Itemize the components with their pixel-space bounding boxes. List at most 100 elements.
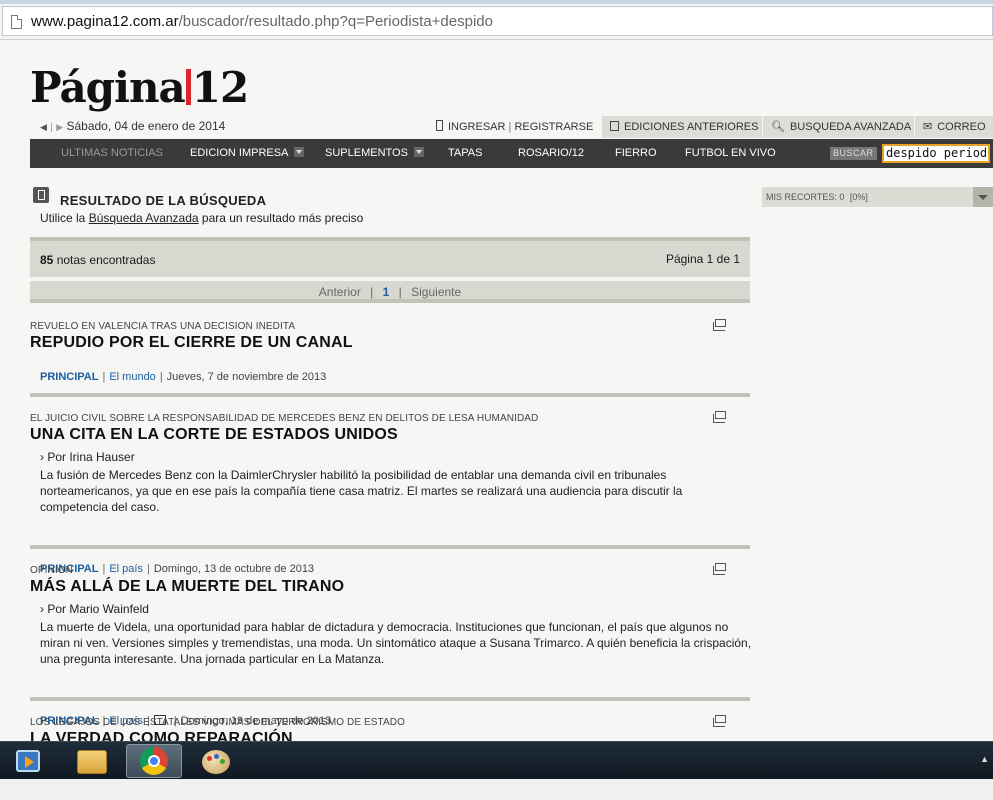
mobile-icon [436,120,443,131]
mis-recortes-bar[interactable]: MIS RECORTES: 0 [0%] [762,187,993,207]
url-path: /buscador/resultado.php?q=Periodista+des… [178,13,493,30]
busqueda-avanzada-label: BUSQUEDA AVANZADA [789,121,912,133]
nav-rosario12[interactable]: ROSARIO/12 [518,139,584,168]
results-count: 85 notas encontradas [40,253,155,267]
nav-edicion-label: EDICION IMPRESA [190,147,289,159]
date-divider: | [50,122,53,133]
taskbar-explorer[interactable] [64,744,120,778]
page-1-link[interactable]: 1 [383,285,390,299]
article-author: › Por Mario Wainfeld [40,602,149,616]
main-nav: ULTIMAS NOTICIAS EDICION IMPRESA SUPLEME… [30,139,993,168]
chrome-icon [140,747,168,775]
article-category-link[interactable]: El mundo [109,371,155,383]
bottom-strip [0,779,993,800]
count-label: notas encontradas [56,253,156,267]
url-text[interactable]: www.pagina12.com.ar/buscador/resultado.p… [31,13,493,30]
url-field[interactable]: www.pagina12.com.ar/buscador/resultado.p… [2,6,993,36]
taskbar-paint[interactable] [188,744,244,778]
result-item: OPINION MÁS ALLÁ DE LA MUERTE DEL TIRANO… [30,563,752,727]
registrarse-link[interactable]: REGISTRARSE [514,121,593,133]
article-kicker: REVUELO EN VALENCIA TRAS UNA DECISION IN… [30,321,296,332]
article-headline[interactable]: LA VERDAD COMO REPARACIÓN [30,730,750,741]
result-item: EL JUICIO CIVIL SOBRE LA RESPONSABILIDAD… [30,411,750,575]
nav-futbol-en-vivo[interactable]: FUTBOL EN VIVO [685,139,776,168]
divider [30,393,750,397]
article-kicker: LOS LEGAJOS DE LOS ESTATALES VICTIMAS DE… [30,717,405,728]
correo-link[interactable]: ✉ CORREO [914,116,993,138]
prev-day-arrow[interactable]: ◀ [40,122,47,133]
clip-icon[interactable] [713,715,726,727]
article-summary: La muerte de Videla, una oportunidad par… [40,620,752,666]
window-frame [0,0,993,4]
nav-suplementos[interactable]: SUPLEMENTOS [325,139,424,168]
count-number: 85 [40,253,54,267]
article-headline[interactable]: MÁS ALLÁ DE LA MUERTE DEL TIRANO [30,578,750,596]
current-date: Sábado, 04 de enero de 2014 [66,119,226,133]
results-icon [33,187,49,203]
site-logo[interactable]: Página 12 [30,67,249,109]
next-page-link[interactable]: Siguiente [411,285,461,299]
next-day-arrow[interactable]: ▶ [56,122,63,133]
media-player-icon [16,750,40,772]
chevron-down-icon[interactable] [294,147,305,157]
ediciones-label: EDICIONES ANTERIORES [624,121,759,133]
logo-bar [185,69,191,105]
results-hint: Utilice la Búsqueda Avanzada para un res… [40,211,363,225]
recortes-dropdown-button[interactable] [973,187,993,207]
busqueda-avanzada-link[interactable]: 🔍︎ BUSQUEDA AVANZADA [762,116,920,138]
divider [30,545,750,549]
clip-icon[interactable] [713,319,726,331]
nav-tapas[interactable]: TAPAS [448,139,482,168]
results-count-bar: 85 notas encontradas Página 1 de 1 [30,237,750,277]
ediciones-anteriores-link[interactable]: EDICIONES ANTERIORES [601,116,767,138]
article-date: Jueves, 7 de noviembre de 2013 [166,371,327,383]
nav-ultimas-noticias[interactable]: ULTIMAS NOTICIAS [61,139,163,168]
pagination: Anterior | 1 | Siguiente [30,281,750,303]
hint-post: para un resultado más preciso [198,211,364,225]
clip-icon[interactable] [713,563,726,575]
login-links: INGRESAR | REGISTRARSE [436,116,593,138]
page-info: Página 1 de 1 [665,252,740,266]
browser-address-bar: www.pagina12.com.ar/buscador/resultado.p… [0,0,993,40]
search-icon: 🔍︎ [771,121,785,133]
article-headline[interactable]: UNA CITA EN LA CORTE DE ESTADOS UNIDOS [30,426,750,444]
url-domain: www.pagina12.com.ar [31,13,179,30]
search-input[interactable]: despido periodista [882,144,990,163]
article-section-link[interactable]: PRINCIPAL [40,371,98,383]
folder-icon [77,750,107,774]
article-meta: PRINCIPAL | El mundo | Jueves, 7 de noviembr… [40,371,327,383]
nav-fierro[interactable]: FIERRO [615,139,657,168]
article-kicker: OPINION [30,565,73,576]
recortes-percent: [0%] [849,192,868,202]
article-headline[interactable]: REPUDIO POR EL CIERRE DE UN CANAL [30,334,750,352]
clip-icon[interactable] [713,411,726,423]
prev-page-link[interactable]: Anterior [319,285,361,299]
ingresar-link[interactable]: INGRESAR [448,121,505,133]
taskbar: ▲ [0,741,993,779]
nav-edicion-impresa[interactable]: EDICION IMPRESA [190,139,305,168]
chevron-down-icon[interactable] [413,147,424,157]
results-title: RESULTADO DE LA BÚSQUEDA [60,193,267,208]
date-bar: ◀ | ▶ Sábado, 04 de enero de 2014 [40,119,225,133]
tray-arrow-icon[interactable]: ▲ [980,754,989,764]
logo-text-right: 12 [191,63,249,112]
page-icon [11,15,22,29]
result-item: REVUELO EN VALENCIA TRAS UNA DECISION IN… [30,319,750,387]
busqueda-avanzada-inline-link[interactable]: Búsqueda Avanzada [89,211,199,225]
page-content: Página 12 ◀ | ▶ Sábado, 04 de enero de 20… [0,41,993,741]
buscar-button[interactable]: BUSCAR [830,147,877,160]
nav-suplementos-label: SUPLEMENTOS [325,147,408,159]
hint-pre: Utilice la [40,211,89,225]
book-icon [610,121,619,131]
taskbar-media-player[interactable] [2,744,58,778]
mail-icon: ✉ [923,121,933,133]
article-summary: La fusión de Mercedes Benz con la Daimle… [40,468,683,514]
logo-text-left: Página [30,63,186,112]
result-item: LOS LEGAJOS DE LOS ESTATALES VICTIMAS DE… [30,715,750,741]
article-kicker: EL JUICIO CIVIL SOBRE LA RESPONSABILIDAD… [30,413,539,424]
divider [30,697,750,701]
paint-icon [202,750,230,774]
recortes-count: MIS RECORTES: 0 [766,192,845,202]
article-author: › Por Irina Hauser [40,450,135,464]
taskbar-chrome[interactable] [126,744,182,778]
